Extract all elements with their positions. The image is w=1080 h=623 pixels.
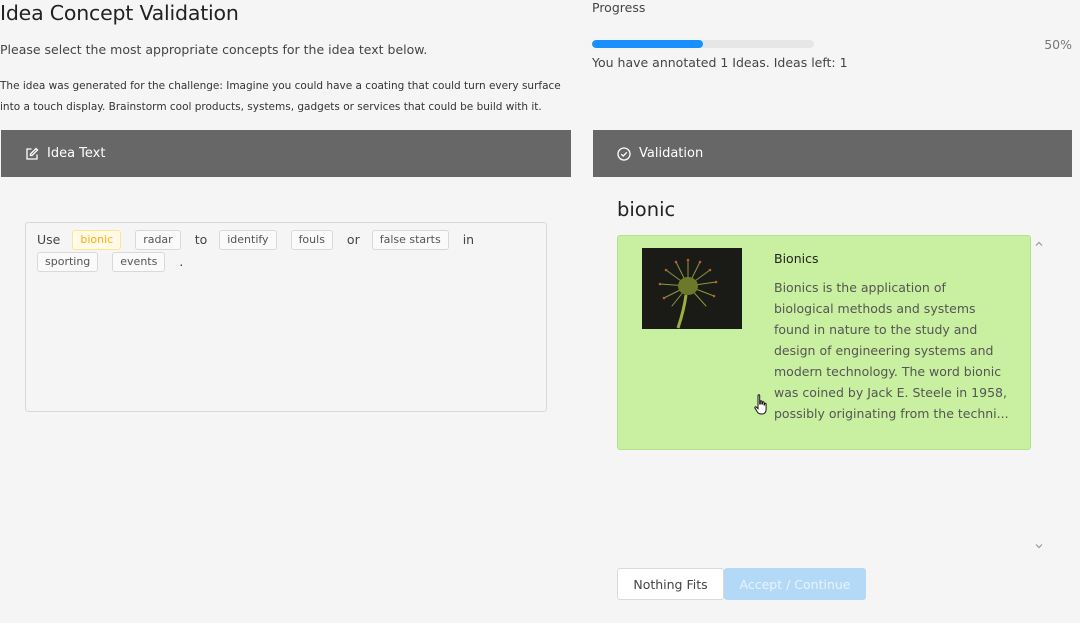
nothing-fits-button[interactable]: Nothing Fits	[617, 568, 724, 600]
scroll-up-icon[interactable]	[1033, 238, 1045, 250]
check-circle-icon	[617, 146, 631, 161]
page-title: Idea Concept Validation	[0, 1, 239, 25]
idea-text-box: Use bionic radar to identify fouls or fa…	[25, 222, 547, 412]
progress-label: Progress	[592, 0, 646, 15]
page-subtitle: Please select the most appropriate conce…	[0, 42, 428, 57]
concept-tag[interactable]: false starts	[371, 230, 449, 250]
concept-tag[interactable]: identify	[219, 230, 277, 250]
progress-percent: 50%	[1044, 37, 1072, 52]
concept-description: Bionics is the application of biological…	[774, 280, 1009, 421]
idea-word: in	[462, 232, 475, 247]
accept-continue-button[interactable]: Accept / Continue	[724, 568, 866, 600]
edit-icon	[25, 147, 39, 161]
concept-tag[interactable]: sporting	[37, 252, 99, 272]
progress-status: You have annotated 1 Ideas. Ideas left: …	[592, 55, 848, 70]
idea-word: .	[179, 254, 184, 269]
idea-word: or	[346, 232, 360, 247]
concept-card[interactable]: Bionics Bionics is the application of bi…	[617, 235, 1031, 450]
validation-title: Validation	[639, 146, 704, 161]
concept-tag[interactable]: fouls	[290, 230, 333, 250]
concept-image	[642, 248, 742, 329]
progress-bar	[592, 40, 814, 48]
concept-tag[interactable]: bionic	[72, 230, 122, 250]
challenge-text: The idea was generated for the challenge…	[0, 80, 561, 113]
concept-tag[interactable]: events	[112, 252, 166, 272]
idea-text-header: Idea Text	[1, 130, 571, 177]
validation-header: Validation	[593, 130, 1072, 177]
idea-word: to	[194, 232, 208, 247]
idea-text-title: Idea Text	[47, 146, 106, 161]
concept-tag[interactable]: radar	[135, 230, 181, 250]
progress-bar-fill	[592, 40, 703, 48]
scroll-down-icon[interactable]	[1033, 540, 1045, 552]
idea-word: Use	[37, 232, 61, 247]
concept-title: Bionics	[774, 251, 819, 266]
concept-word: bionic	[617, 198, 676, 221]
